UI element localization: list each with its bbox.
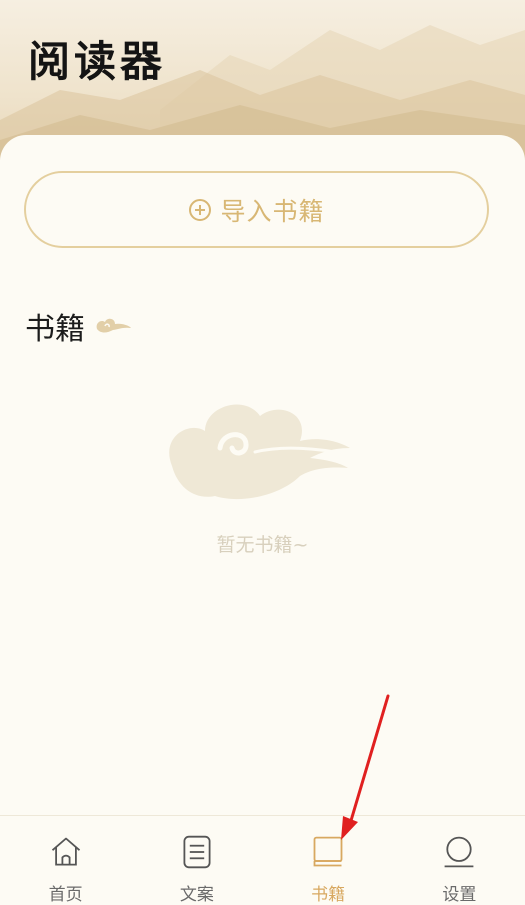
tab-books[interactable]: 书籍	[263, 816, 394, 905]
books-section-header: 书籍	[25, 304, 133, 348]
book-icon	[313, 836, 343, 867]
tab-settings[interactable]: 设置	[394, 816, 525, 905]
home-icon	[51, 837, 80, 866]
cloud-ornament-icon	[96, 318, 131, 333]
tab-document[interactable]: 文案	[131, 816, 262, 905]
tab-settings-label: 设置	[442, 885, 477, 905]
tab-books-label: 书籍	[311, 885, 346, 905]
bottom-tab-bar: 首页 文案 书籍 设置	[0, 815, 525, 905]
document-icon	[183, 835, 211, 869]
section-title: 书籍	[25, 312, 85, 347]
empty-state-message: 暂无书籍~	[216, 534, 309, 556]
tab-home[interactable]: 首页	[0, 816, 131, 905]
tab-document-label: 文案	[179, 885, 214, 905]
tab-home-label: 首页	[48, 885, 83, 905]
plus-circle-icon	[189, 198, 212, 221]
app-title: 阅读器	[28, 37, 167, 86]
empty-cloud-illustration	[169, 404, 350, 500]
import-books-label: 导入书籍	[220, 196, 325, 226]
import-books-button[interactable]: 导入书籍	[24, 171, 489, 248]
settings-icon	[444, 836, 474, 868]
